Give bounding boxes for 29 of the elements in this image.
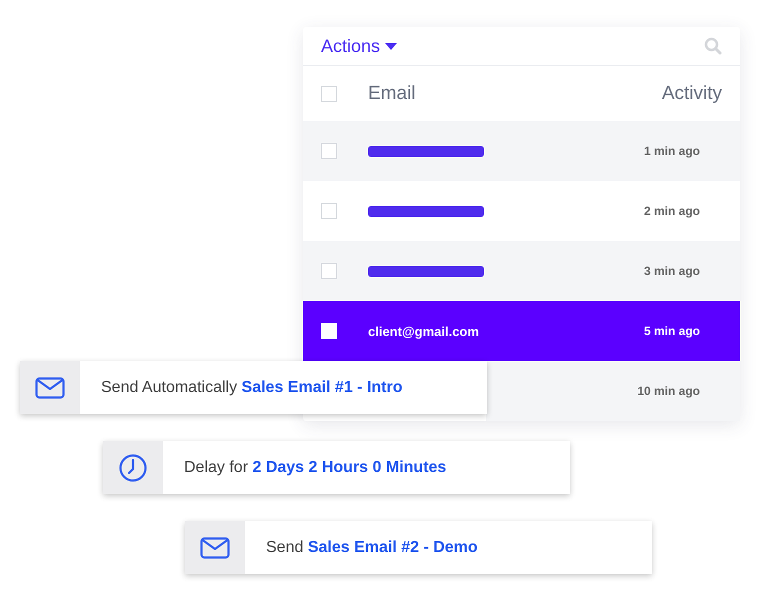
search-icon[interactable]: [704, 37, 722, 55]
activity-time: 1 min ago: [642, 144, 701, 158]
workflow-step-card[interactable]: Delay for 2 Days 2 Hours 0 Minutes: [103, 441, 570, 494]
activity-time: 5 min ago: [642, 324, 701, 338]
step-text: Send Automatically Sales Email #1 - Intro: [101, 378, 402, 396]
caret-icon: [385, 42, 398, 50]
step-text: Send Sales Email #2 - Demo: [266, 538, 478, 556]
email-text: client@gmail.com: [368, 324, 480, 338]
table-row[interactable]: client@gmail.com 5 min ago: [303, 301, 740, 361]
activity-time: 10 min ago: [636, 384, 701, 398]
table-row[interactable]: 1 min ago: [303, 121, 740, 181]
clock-icon: [119, 454, 147, 482]
envelope-icon: [200, 536, 230, 558]
checkbox[interactable]: [321, 203, 337, 219]
actions-menu[interactable]: Actions: [321, 36, 398, 56]
workflow-step-card[interactable]: Send Sales Email #2 - Demo: [185, 521, 652, 574]
checkbox[interactable]: [321, 143, 337, 159]
activity-time: 2 min ago: [642, 204, 701, 218]
workflow-step-card[interactable]: Send Automatically Sales Email #1 - Intro: [20, 361, 487, 414]
step-text: Delay for 2 Days 2 Hours 0 Minutes: [184, 458, 446, 476]
table-row[interactable]: 2 min ago: [303, 181, 740, 241]
activity-time: 3 min ago: [642, 264, 701, 278]
column-header: Activity: [662, 82, 722, 104]
checkbox[interactable]: [321, 263, 337, 279]
table-row[interactable]: 3 min ago: [303, 241, 740, 301]
envelope-icon: [35, 376, 65, 398]
column-header: Email: [368, 82, 417, 104]
checkbox[interactable]: [321, 86, 337, 102]
table-row[interactable]: 10 min ago: [486, 361, 740, 421]
